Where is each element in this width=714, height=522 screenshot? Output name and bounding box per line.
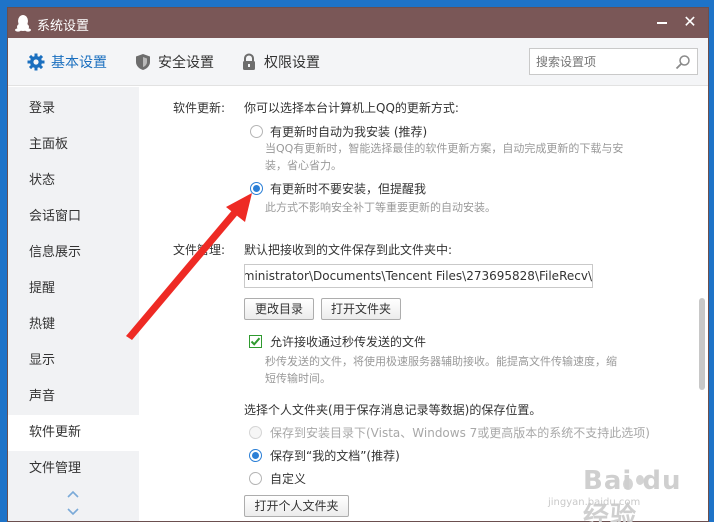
radio-notify-only-label[interactable]: 有更新时不要安装，但提醒我 <box>270 180 426 197</box>
notify-only-desc: 此方式不影响安全补丁等重要更新的自动安装。 <box>265 201 496 214</box>
change-directory-button[interactable]: 更改目录 <box>244 298 314 320</box>
sidebar-item-status[interactable]: 状态 <box>8 163 139 199</box>
checkmark-icon <box>250 337 261 346</box>
sidebar-item-chat-window[interactable]: 会话窗口 <box>8 199 139 235</box>
auto-install-desc: 当QQ有更新时，智能选择最佳的软件更新方案，自动完成更新的下载与安装，省心省力。 <box>265 142 624 172</box>
software-update-section-label: 软件更新: <box>173 101 226 115</box>
file-save-intro-text: 默认把接收到的文件保存到此文件夹中: <box>244 243 453 257</box>
tab-security-settings[interactable]: 安全设置 <box>134 50 214 74</box>
settings-window: 系统设置 ✕ 基本设置 安全设置 权限设置 搜索设置项 登录 主面板 状态 会话… <box>7 7 709 522</box>
sidebar-item-file-management[interactable]: 文件管理 <box>8 451 139 487</box>
allow-instant-transfer-label[interactable]: 允许接收通过秒传发送的文件 <box>270 333 426 350</box>
sidebar-item-main-panel[interactable]: 主面板 <box>8 127 139 163</box>
tab-basic-settings[interactable]: 基本设置 <box>27 50 107 74</box>
radio-save-install-dir[interactable] <box>249 426 262 439</box>
radio-save-install-dir-label[interactable]: 保存到安装目录下(Vista、Windows 7或更高版本的系统不支持此选项) <box>270 424 650 441</box>
instant-transfer-desc: 秒传发送的文件，将使用极速服务器辅助接收。能提高文件传输速度，缩短传输时间。 <box>265 355 617 385</box>
open-personal-folder-button[interactable]: 打开个人文件夹 <box>244 495 349 517</box>
radio-auto-install[interactable] <box>250 125 263 138</box>
search-icon[interactable] <box>675 54 691 70</box>
sidebar-item-info-display[interactable]: 信息展示 <box>8 235 139 271</box>
file-management-section-label: 文件管理: <box>173 243 226 257</box>
tab-permission-settings[interactable]: 权限设置 <box>240 50 320 74</box>
receive-folder-path: C:\Users\Administrator\Documents\Tencent… <box>245 269 592 283</box>
allow-instant-transfer-checkbox[interactable] <box>249 335 262 348</box>
sidebar: 登录 主面板 状态 会话窗口 信息展示 提醒 热键 显示 声音 软件更新 文件管… <box>8 87 139 521</box>
radio-custom-location[interactable] <box>249 472 262 485</box>
shield-icon <box>136 54 150 70</box>
receive-folder-path-field[interactable]: C:\Users\Administrator\Documents\Tencent… <box>244 264 593 288</box>
open-folder-button[interactable]: 打开文件夹 <box>321 298 401 320</box>
sidebar-item-software-update[interactable]: 软件更新 <box>8 415 139 451</box>
sidebar-item-hotkey[interactable]: 热键 <box>8 307 139 343</box>
close-button[interactable]: ✕ <box>680 11 700 33</box>
search-box <box>529 48 698 75</box>
title-bar: 系统设置 ✕ <box>8 8 708 38</box>
tab-label: 权限设置 <box>264 55 320 71</box>
search-input[interactable] <box>536 53 671 71</box>
sidebar-item-sound[interactable]: 声音 <box>8 379 139 415</box>
radio-save-my-documents-label[interactable]: 保存到“我的文档”(推荐) <box>270 447 400 464</box>
window-title: 系统设置 <box>37 19 90 34</box>
tab-label: 安全设置 <box>158 55 214 71</box>
radio-custom-location-label[interactable]: 自定义 <box>270 470 306 487</box>
sidebar-item-display[interactable]: 显示 <box>8 343 139 379</box>
content-scrollbar[interactable] <box>699 298 705 390</box>
radio-auto-install-label[interactable]: 有更新时自动为我安装 (推荐) <box>270 123 427 140</box>
radio-notify-only[interactable] <box>250 182 263 195</box>
scroll-up-icon[interactable] <box>66 490 80 499</box>
update-intro-text: 你可以选择本台计算机上QQ的更新方式: <box>244 101 459 115</box>
personal-folder-intro-text: 选择个人文件夹(用于保存消息记录等数据)的保存位置。 <box>244 403 542 417</box>
scroll-down-icon[interactable] <box>66 507 80 516</box>
watermark-brand: Bai du 经验 <box>583 466 682 522</box>
watermark-url: jingyan.baidu.com <box>548 497 641 508</box>
sidebar-item-reminder[interactable]: 提醒 <box>8 271 139 307</box>
lock-icon <box>243 53 255 70</box>
tab-bar: 基本设置 安全设置 权限设置 <box>8 38 708 86</box>
qq-penguin-icon <box>15 15 31 32</box>
gear-icon <box>27 53 45 71</box>
tab-label: 基本设置 <box>51 55 107 71</box>
minimize-button[interactable] <box>652 12 672 32</box>
sidebar-item-login[interactable]: 登录 <box>8 91 139 127</box>
radio-save-my-documents[interactable] <box>249 449 262 462</box>
